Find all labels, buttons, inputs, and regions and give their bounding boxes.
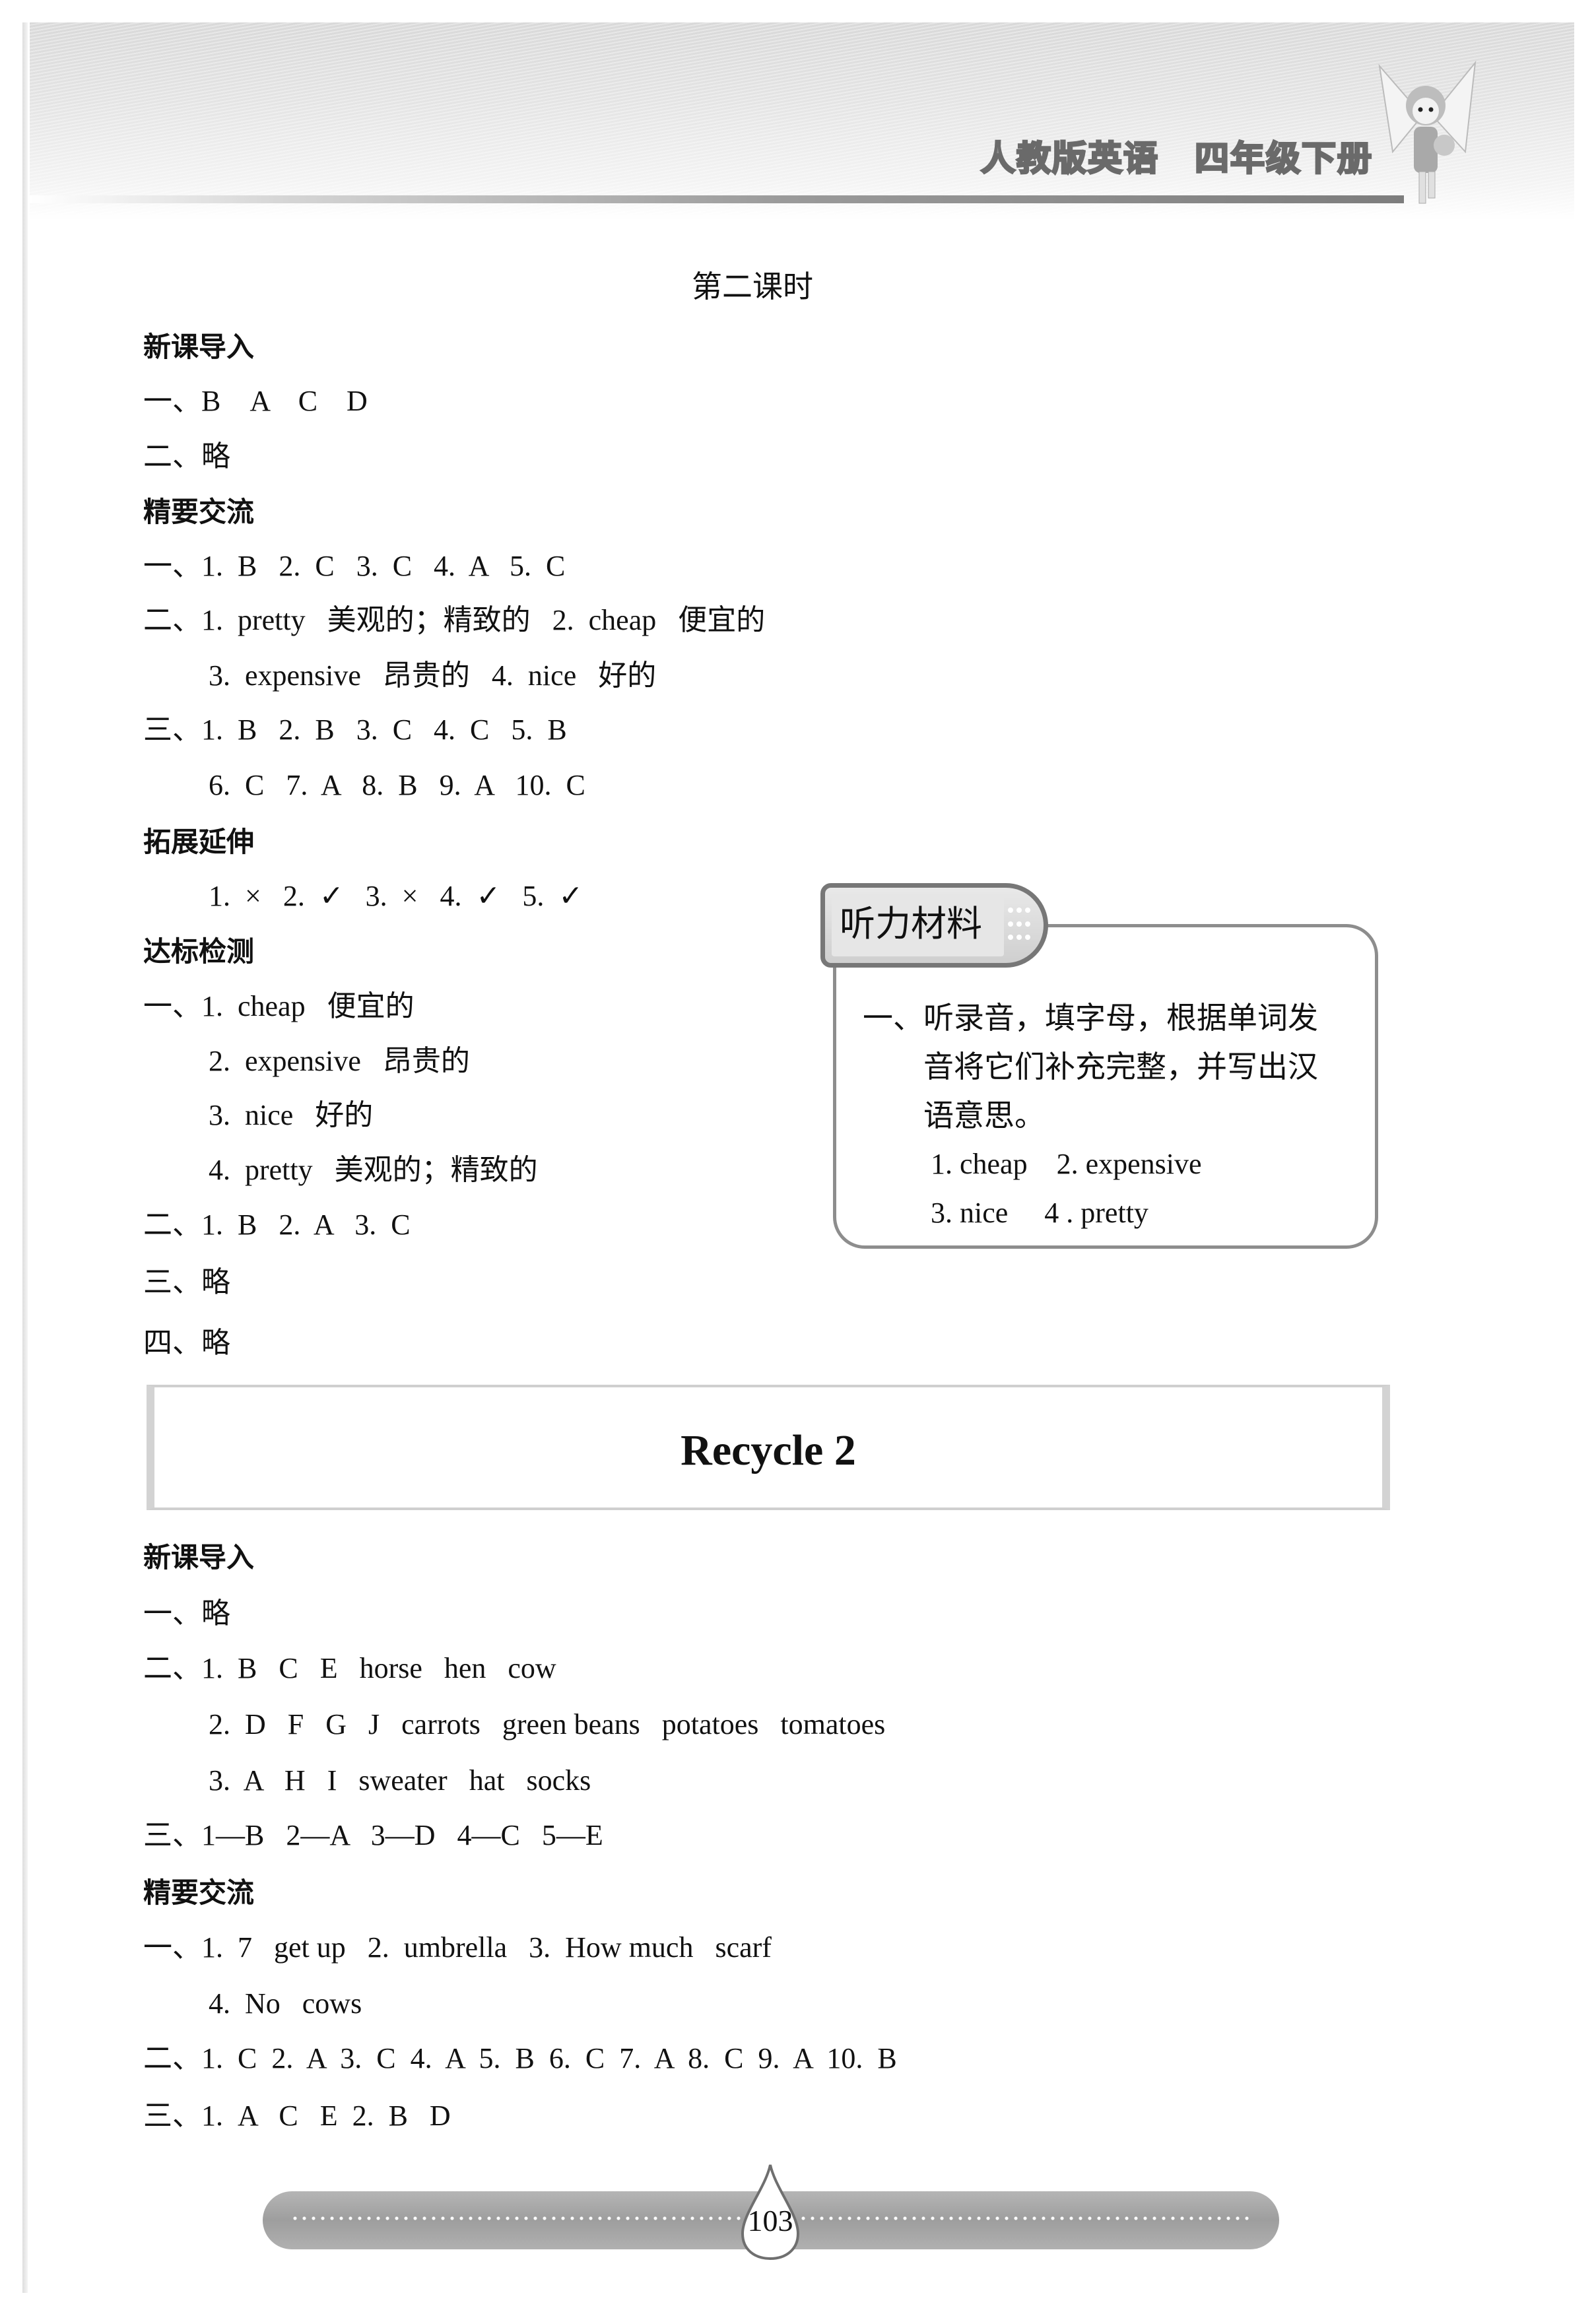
answer-line: 二、1. B 2. A 3. C	[143, 1209, 411, 1241]
listening-material-label: 听力材料	[840, 903, 982, 944]
answer-line: 三、1—B 2—A 3—D 4—C 5—E	[143, 1819, 603, 1851]
lesson-title: 第二课时	[692, 269, 813, 304]
answer-line: 6. C 7. A 8. B 9. A 10. C	[209, 769, 585, 801]
answer-line: 二、1. pretty 美观的；精致的 2. cheap 便宜的	[143, 604, 766, 636]
answer-line: 4. pretty 美观的；精致的	[209, 1154, 538, 1186]
section-heading: 新课导入	[143, 1541, 255, 1573]
answer-line: 四、略	[143, 1327, 230, 1359]
answer-line: 二、1. C 2. A 3. C 4. A 5. B 6. C 7. A 8. …	[143, 2042, 897, 2074]
answer-line: 一、1. B 2. C 3. C 4. A 5. C	[143, 550, 566, 582]
answer-line: 2. D F G J carrots green beans potatoes …	[209, 1708, 886, 1740]
page-left-edge	[22, 22, 28, 2293]
answer-line: 3. expensive 昂贵的 4. nice 好的	[209, 659, 657, 692]
section-heading: 精要交流	[143, 496, 255, 528]
answer-line: 3. A H I sweater hat socks	[209, 1764, 591, 1797]
listening-material-box: 一、听录音，填字母，根据单词发 音将它们补充完整，并写出汉 语意思。 1. ch…	[833, 924, 1378, 1249]
answer-line: 3. nice 好的	[209, 1099, 374, 1131]
answer-line: 二、略	[143, 440, 230, 473]
answer-line: 一、略	[143, 1597, 230, 1630]
unit-title: Recycle 2	[681, 1426, 856, 1474]
answer-line: 1. × 2. ✓ 3. × 4. ✓ 5. ✓	[209, 880, 583, 912]
answer-line: 一、1. cheap 便宜的	[143, 990, 415, 1022]
section-heading: 达标检测	[143, 935, 255, 968]
answer-line: 一、B A C D	[143, 385, 368, 417]
section-heading: 新课导入	[143, 331, 255, 363]
page-number: 103	[747, 2204, 793, 2237]
listening-material-tab: 听力材料	[820, 883, 1048, 968]
answer-line: 二、1. B C E horse hen cow	[143, 1652, 556, 1684]
answer-line: 4. No cows	[209, 1987, 362, 2020]
answer-line: 三、略	[143, 1266, 230, 1298]
answer-line: 2. expensive 昂贵的	[209, 1045, 470, 1077]
fairy-illustration-icon	[1378, 60, 1477, 204]
header-rule	[30, 195, 1404, 203]
header-band	[30, 22, 1574, 220]
listening-words-line: 3. nice 4 . pretty	[931, 1197, 1148, 1229]
dot-arrow-icon	[1008, 908, 1034, 944]
section-heading: 拓展延伸	[143, 826, 255, 858]
listening-instruction-line: 音将它们补充完整，并写出汉	[863, 1049, 1318, 1084]
answer-line: 三、1. B 2. B 3. C 4. C 5. B	[143, 713, 567, 746]
listening-instruction-line: 语意思。	[863, 1098, 1045, 1133]
section-heading: 精要交流	[143, 1876, 255, 1909]
answer-line: 三、1. A C E 2. B D	[143, 2100, 451, 2132]
answer-line: 一、1. 7 get up 2. umbrella 3. How much sc…	[143, 1931, 772, 1964]
listening-words-line: 1. cheap 2. expensive	[931, 1148, 1202, 1180]
unit-banner: Recycle 2	[147, 1385, 1390, 1510]
listening-instruction-line: 一、听录音，填字母，根据单词发	[863, 1000, 1318, 1036]
book-title: 人教版英语 四年级下册	[980, 139, 1373, 180]
